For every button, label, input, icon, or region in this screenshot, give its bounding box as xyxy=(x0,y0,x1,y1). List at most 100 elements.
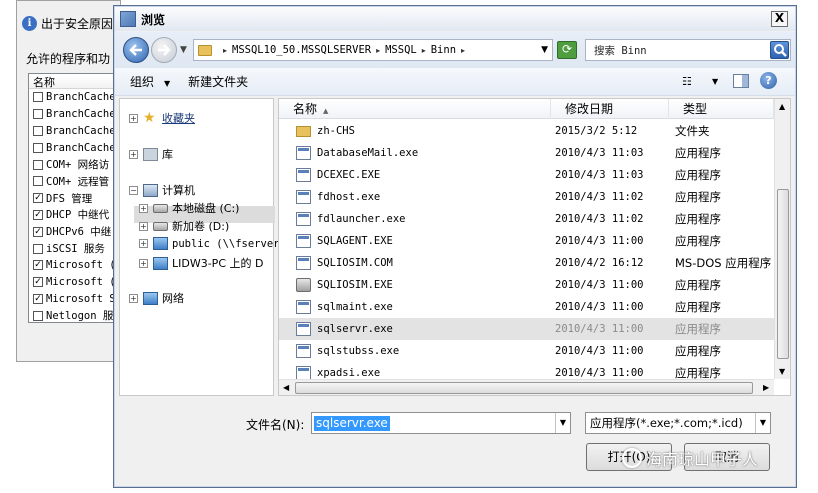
change-view-icon[interactable]: ☷ xyxy=(682,75,692,88)
allowed-program-item[interactable]: ✓ DHCPv6 中继 xyxy=(29,223,119,240)
scroll-left-icon[interactable]: ◀ xyxy=(283,383,289,392)
allowed-program-item[interactable]: iSCSI 服务 xyxy=(29,240,119,257)
expand-icon[interactable]: + xyxy=(139,203,148,213)
vertical-scrollbar[interactable]: ▲ ▼ xyxy=(774,99,790,379)
column-header-type[interactable]: 类型 xyxy=(669,99,774,119)
tree-item-favorites[interactable]: + ★ 收藏夹 xyxy=(129,110,195,126)
allowed-program-checkbox[interactable]: ✓ xyxy=(33,209,43,220)
column-header-date[interactable]: 修改日期 xyxy=(551,99,669,119)
allowed-program-item[interactable]: COM+ 网络访 xyxy=(29,156,119,173)
column-header-name[interactable]: 名称 xyxy=(29,74,119,89)
allowed-program-item[interactable]: ✓ DFS 管理 xyxy=(29,190,119,207)
tree-item-network[interactable]: + 网络 xyxy=(129,290,184,306)
allowed-program-checkbox[interactable] xyxy=(33,125,43,136)
expand-icon[interactable]: + xyxy=(129,113,138,123)
file-row[interactable]: DCEXEC.EXE 2010/4/3 11:03 应用程序 xyxy=(279,164,774,186)
allowed-program-item[interactable]: Netlogon 服 xyxy=(29,307,119,322)
expand-icon[interactable]: + xyxy=(139,258,148,268)
dialog-title: 浏览 xyxy=(141,12,166,27)
help-icon[interactable]: ? xyxy=(760,72,777,89)
tree-label-computer: 计算机 xyxy=(162,184,195,197)
chevron-right-icon[interactable]: ▸ xyxy=(461,46,465,55)
file-row[interactable]: zh-CHS 2015/3/2 5:12 文件夹 xyxy=(279,120,774,142)
file-row[interactable]: fdhost.exe 2010/4/3 11:02 应用程序 xyxy=(279,186,774,208)
tree-item-public[interactable]: + public (\\fserver) xyxy=(139,237,286,250)
allowed-program-item[interactable]: ✓ Microsoft ( xyxy=(29,257,119,274)
allowed-program-item[interactable]: COM+ 远程管 xyxy=(29,173,119,190)
tree-item-drive-d[interactable]: + 新加卷 (D:) xyxy=(139,218,229,234)
file-row[interactable]: DatabaseMail.exe 2010/4/3 11:03 应用程序 xyxy=(279,142,774,164)
allowed-program-checkbox[interactable]: ✓ xyxy=(33,193,43,204)
allowed-program-item[interactable]: ✓ Microsoft ( xyxy=(29,274,119,291)
expand-icon[interactable]: + xyxy=(139,221,148,231)
file-row[interactable]: sqlstubss.exe 2010/4/3 11:00 应用程序 xyxy=(279,340,774,362)
allowed-program-item[interactable]: BranchCache xyxy=(29,123,119,140)
close-button[interactable]: X xyxy=(771,11,788,27)
recent-pages-chevron-icon[interactable]: ▼ xyxy=(180,45,187,55)
navigation-pane: + ★ 收藏夹 + 库 − 计算机 + 本地磁盘 (C:) + 新加卷 (D:)… xyxy=(119,98,286,396)
scroll-up-icon[interactable]: ▲ xyxy=(779,102,785,111)
allowed-program-checkbox[interactable] xyxy=(33,92,43,103)
tree-item-libraries[interactable]: + 库 xyxy=(129,146,173,162)
filetype-select[interactable]: 应用程序(*.exe;*.com;*.icd) ▼ xyxy=(585,412,771,434)
horizontal-scrollbar[interactable]: ◀ ▶ xyxy=(279,379,774,395)
tree-item-drive-c[interactable]: + 本地磁盘 (C:) xyxy=(139,200,239,216)
allowed-program-checkbox[interactable]: ✓ xyxy=(33,293,43,304)
tree-item-computer[interactable]: − 计算机 xyxy=(129,182,195,198)
allowed-program-checkbox[interactable] xyxy=(33,310,43,321)
chevron-right-icon[interactable]: ▸ xyxy=(376,46,380,55)
organize-button[interactable]: 组织 ▼ xyxy=(130,73,170,90)
dialog-titlebar: 浏览 X xyxy=(115,7,795,31)
view-options-chevron-icon[interactable]: ▼ xyxy=(712,77,718,86)
column-header-name[interactable]: 名称 ▲ xyxy=(279,99,551,119)
allowed-program-checkbox[interactable] xyxy=(33,159,43,170)
allowed-program-item[interactable]: ✓ Microsoft S xyxy=(29,291,119,308)
expand-icon[interactable]: + xyxy=(129,149,138,159)
scroll-down-icon[interactable]: ▼ xyxy=(779,367,785,376)
allowed-program-checkbox[interactable]: ✓ xyxy=(33,260,43,271)
collapse-icon[interactable]: − xyxy=(129,185,138,195)
horizontal-scroll-thumb[interactable] xyxy=(295,382,753,394)
allowed-program-checkbox[interactable] xyxy=(33,243,43,254)
allowed-programs-list: 名称 BranchCache BranchCache BranchCache Bran… xyxy=(28,73,120,323)
file-date: 2015/3/2 5:12 xyxy=(555,125,638,137)
file-row[interactable]: SQLIOSIM.COM 2010/4/2 16:12 MS-DOS 应用程序 xyxy=(279,252,774,274)
allowed-program-checkbox[interactable] xyxy=(33,142,43,153)
expand-icon[interactable]: + xyxy=(129,293,138,303)
allowed-program-item[interactable]: BranchCache xyxy=(29,89,119,106)
preview-pane-icon[interactable] xyxy=(733,74,749,88)
address-bar[interactable]: ▸ MSSQL10_50.MSSQLSERVER ▸ MSSQL ▸ Binn … xyxy=(193,39,553,61)
breadcrumb-mssqlserver[interactable]: MSSQL10_50.MSSQLSERVER xyxy=(232,44,371,56)
breadcrumb-mssql[interactable]: MSSQL xyxy=(385,44,417,56)
tree-item-lidw3[interactable]: + LIDW3-PC 上的 D xyxy=(139,255,263,271)
file-row[interactable]: sqlmaint.exe 2010/4/3 11:00 应用程序 xyxy=(279,296,774,318)
file-row[interactable]: fdlauncher.exe 2010/4/3 11:02 应用程序 xyxy=(279,208,774,230)
expand-icon[interactable]: + xyxy=(139,239,148,248)
file-row[interactable]: SQLAGENT.EXE 2010/4/3 11:00 应用程序 xyxy=(279,230,774,252)
vertical-scroll-thumb[interactable] xyxy=(777,189,789,359)
allowed-program-item[interactable]: ✓ DHCP 中继代 xyxy=(29,207,119,224)
file-row[interactable]: SQLIOSIM.EXE 2010/4/3 11:00 应用程序 xyxy=(279,274,774,296)
new-folder-button[interactable]: 新建文件夹 xyxy=(188,73,248,90)
filetype-dropdown-icon[interactable]: ▼ xyxy=(755,413,770,433)
forward-button[interactable] xyxy=(151,37,177,63)
allowed-program-checkbox[interactable]: ✓ xyxy=(33,277,43,288)
refresh-button[interactable]: ⟳ xyxy=(557,41,577,59)
allowed-program-item[interactable]: BranchCache xyxy=(29,106,119,123)
chevron-right-icon[interactable]: ▸ xyxy=(422,46,426,55)
chevron-right-icon[interactable]: ▸ xyxy=(223,46,227,55)
search-input[interactable]: 搜索 Binn xyxy=(585,39,791,61)
allowed-program-checkbox[interactable] xyxy=(33,176,43,187)
address-dropdown-icon[interactable]: ▼ xyxy=(541,45,548,55)
scroll-right-icon[interactable]: ▶ xyxy=(763,383,769,392)
allowed-program-checkbox[interactable]: ✓ xyxy=(33,226,43,237)
filename-field[interactable]: sqlservr.exe ▼ xyxy=(311,412,571,434)
back-button[interactable] xyxy=(123,37,149,63)
allowed-program-checkbox[interactable] xyxy=(33,109,43,120)
allowed-program-item[interactable]: BranchCache xyxy=(29,139,119,156)
search-icon[interactable] xyxy=(770,41,789,59)
exe-icon xyxy=(296,344,311,358)
filename-dropdown-icon[interactable]: ▼ xyxy=(555,413,570,433)
file-row[interactable]: sqlservr.exe 2010/4/3 11:00 应用程序 xyxy=(279,318,774,340)
breadcrumb-binn[interactable]: Binn xyxy=(431,44,456,56)
